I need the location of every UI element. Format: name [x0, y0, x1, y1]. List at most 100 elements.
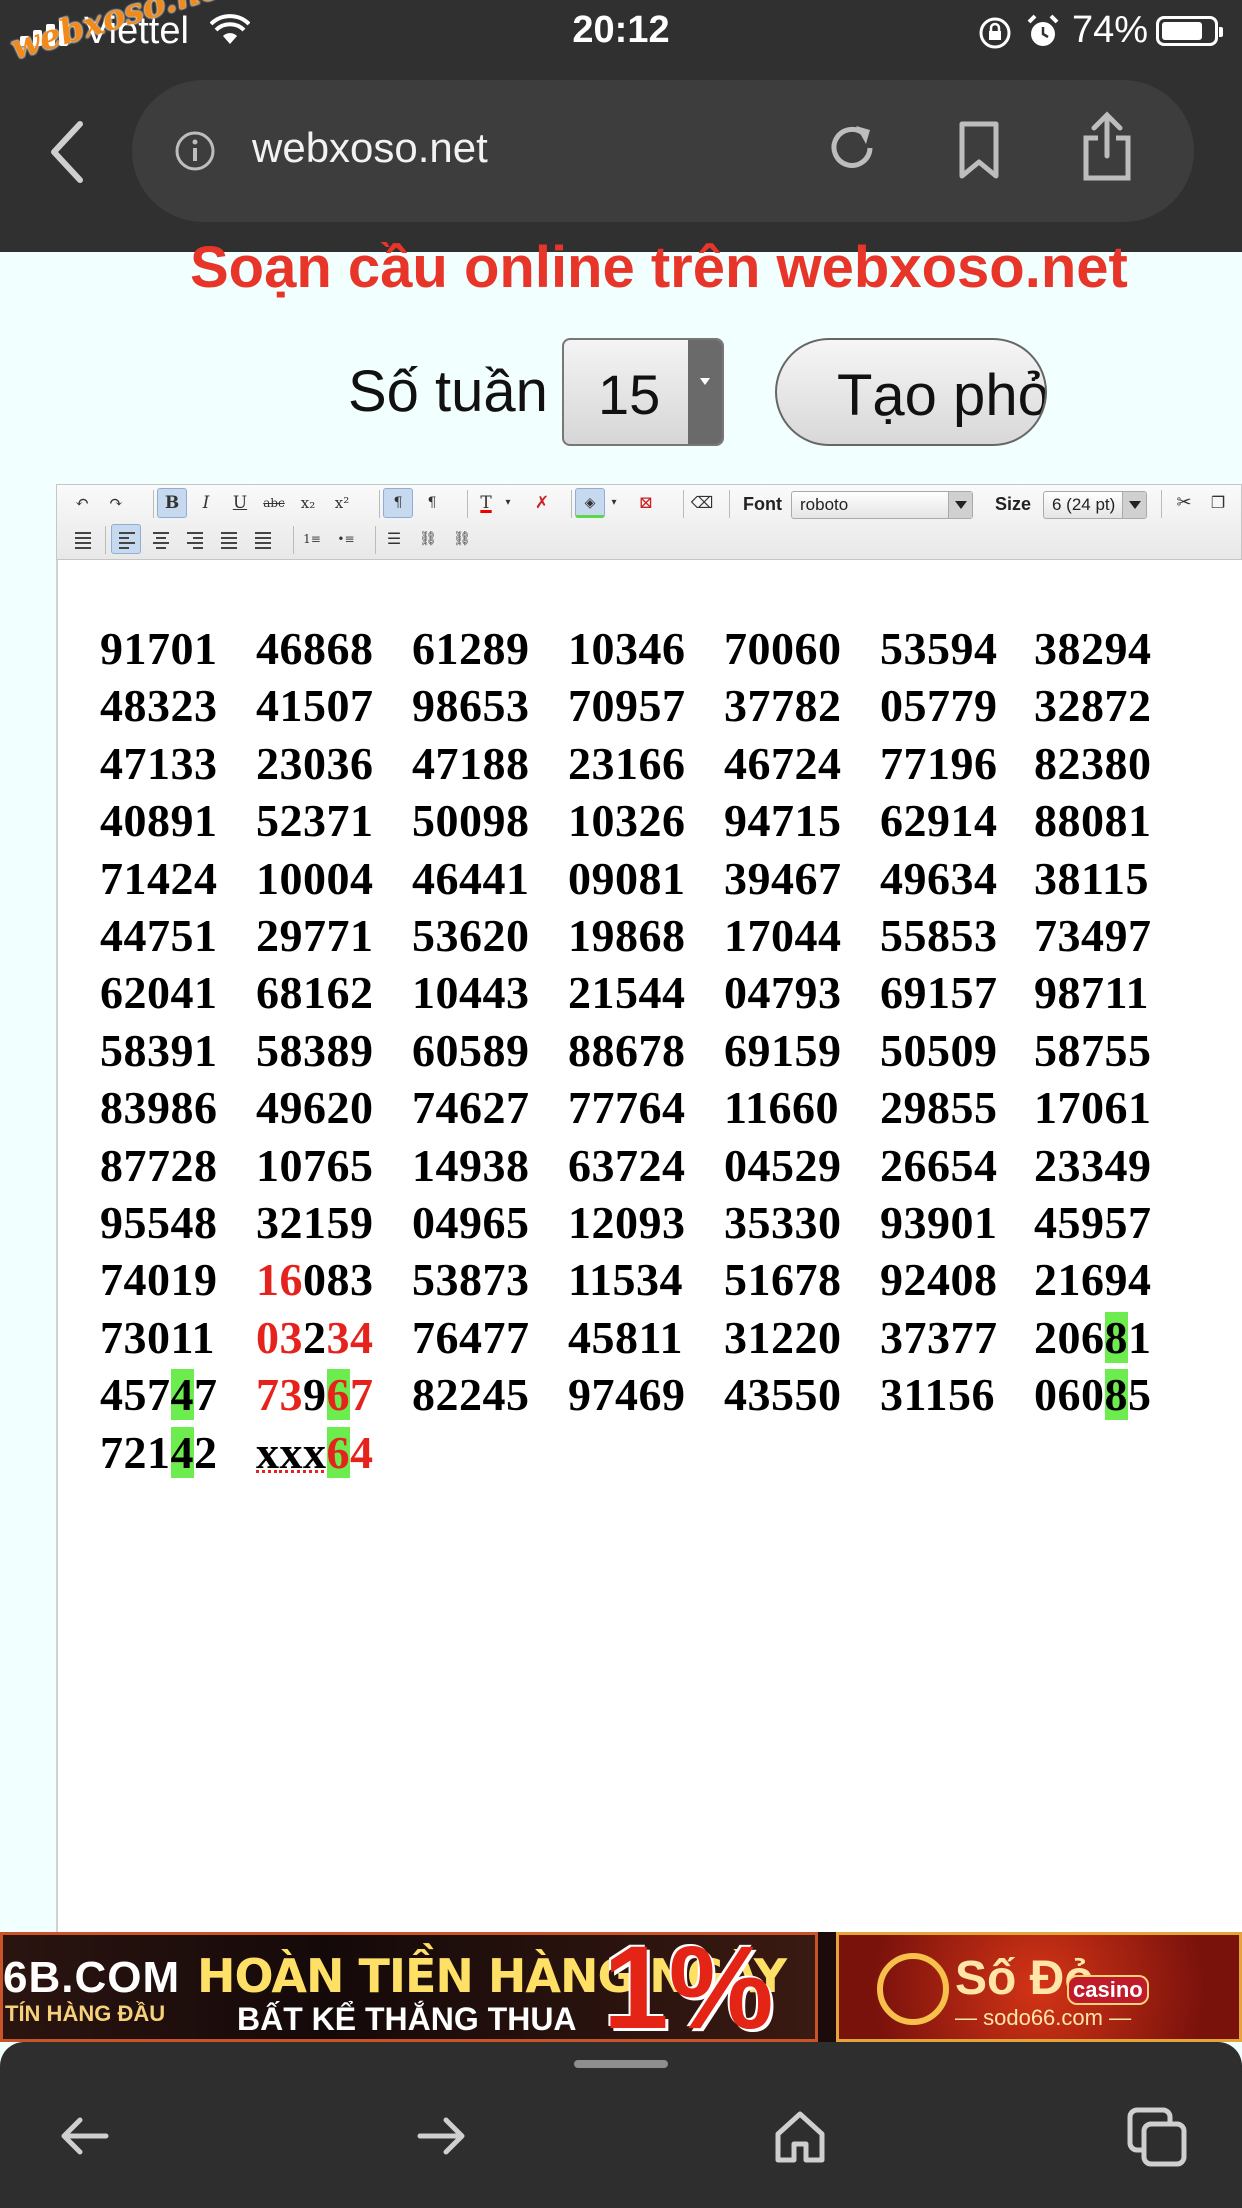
grid-cell[interactable]: 12093 [568, 1196, 686, 1249]
grid-cell[interactable]: 71424 [100, 852, 218, 905]
grid-cell[interactable]: 23166 [568, 737, 686, 790]
chevron-down-icon[interactable]: ▾ [501, 488, 515, 518]
grid-cell[interactable]: 62041 [100, 966, 218, 1019]
bookmark-icon[interactable] [954, 118, 1004, 182]
justify-icon[interactable] [213, 524, 243, 554]
grid-cell[interactable]: 73011 [100, 1311, 215, 1364]
grid-cell[interactable]: 46724 [724, 737, 842, 790]
grid-cell[interactable]: 50098 [412, 794, 530, 847]
grid-cell[interactable]: 14938 [412, 1139, 530, 1192]
url-text[interactable]: webxoso.net [252, 124, 488, 172]
grid-cell[interactable]: 58389 [256, 1024, 374, 1077]
grid-cell[interactable]: 16083 [256, 1253, 374, 1306]
grid-cell[interactable]: 37782 [724, 679, 842, 732]
share-icon[interactable] [1080, 110, 1134, 184]
grid-cell[interactable]: 32872 [1034, 679, 1152, 732]
grid-cell[interactable]: 11660 [724, 1081, 839, 1134]
grid-cell[interactable]: 17061 [1034, 1081, 1152, 1134]
bullet-list-icon[interactable]: •≡ [331, 524, 361, 554]
grid-cell[interactable]: 46441 [412, 852, 530, 905]
grid-cell[interactable]: 46868 [256, 622, 374, 675]
info-icon[interactable] [174, 130, 216, 172]
grid-cell[interactable]: 87728 [100, 1139, 218, 1192]
grid-cell[interactable]: 20681 [1034, 1311, 1152, 1364]
grid-cell[interactable]: 09081 [568, 852, 686, 905]
ltr-icon[interactable]: ¶ [383, 488, 413, 518]
align-center-icon[interactable] [145, 524, 175, 554]
grid-cell[interactable]: 31156 [880, 1368, 995, 1421]
clear-highlight-icon[interactable]: ⊠ [631, 488, 661, 518]
grid-cell[interactable]: 98653 [412, 679, 530, 732]
grid-cell[interactable]: 45957 [1034, 1196, 1152, 1249]
grid-cell[interactable]: 10346 [568, 622, 686, 675]
grid-cell[interactable]: 26654 [880, 1139, 998, 1192]
grid-cell[interactable]: 70060 [724, 622, 842, 675]
grid-cell[interactable]: 39467 [724, 852, 842, 905]
grid-cell[interactable]: 88678 [568, 1024, 686, 1077]
grid-cell[interactable]: 23349 [1034, 1139, 1152, 1192]
grid-cell[interactable]: 04965 [412, 1196, 530, 1249]
grid-cell[interactable]: 63724 [568, 1139, 686, 1192]
grid-cell[interactable]: 45747 [100, 1368, 218, 1421]
grid-cell[interactable]: 77196 [880, 737, 998, 790]
grid-cell[interactable]: 69159 [724, 1024, 842, 1077]
grid-cell[interactable]: 35330 [724, 1196, 842, 1249]
grid-cell[interactable]: 32159 [256, 1196, 374, 1249]
subscript-button[interactable]: x₂ [293, 488, 323, 518]
horizontal-rule-icon[interactable]: ☰ [379, 524, 409, 554]
grid-cell[interactable]: 68162 [256, 966, 374, 1019]
paste-icon[interactable]: ❐ [1203, 488, 1233, 518]
grid-cell[interactable]: 10004 [256, 852, 374, 905]
grid-cell[interactable]: 60589 [412, 1024, 530, 1077]
ad-banner[interactable]: 6B.COM TÍN HÀNG ĐẦU HOÀN TIỀN HÀNG NGÀY … [0, 1932, 1242, 2042]
grid-cell[interactable]: 31220 [724, 1311, 842, 1364]
cut-icon[interactable]: ✂ [1169, 488, 1199, 518]
undo-icon[interactable]: ↶ [67, 488, 97, 518]
grid-cell[interactable]: 52371 [256, 794, 374, 847]
grid-cell[interactable]: 53620 [412, 909, 530, 962]
editor-content[interactable]: 91701 46868 61289 10346 70060 53594 38294 48323… [56, 560, 1242, 1932]
back-button[interactable] [38, 112, 98, 192]
grid-cell[interactable]: 29771 [256, 909, 374, 962]
reload-icon[interactable] [822, 118, 882, 178]
size-select[interactable]: 6 (24 pt) [1043, 491, 1147, 519]
clear-color-icon[interactable]: ✗ [527, 488, 557, 518]
weeks-select[interactable]: 15 [562, 338, 724, 446]
grid-cell[interactable]: 83986 [100, 1081, 218, 1134]
highlight-color-icon[interactable]: ◈ [575, 488, 605, 518]
grid-cell[interactable]: 94715 [724, 794, 842, 847]
grid-cell[interactable]: 21694 [1034, 1253, 1152, 1306]
grid-cell[interactable]: 62914 [880, 794, 998, 847]
create-button[interactable]: Tạo phỏi [775, 338, 1047, 446]
grid-cell[interactable]: 44751 [100, 909, 218, 962]
grid-cell[interactable]: 10326 [568, 794, 686, 847]
grid-cell[interactable]: 77764 [568, 1081, 686, 1134]
grid-cell[interactable]: 38115 [1034, 852, 1149, 905]
grid-cell[interactable]: 43550 [724, 1368, 842, 1421]
back-arrow-icon[interactable] [54, 2106, 114, 2166]
grid-cell[interactable]: 06085 [1034, 1368, 1152, 1421]
ad-right[interactable]: Số Đỏ casino — sodo66.com — [836, 1932, 1242, 2042]
redo-icon[interactable]: ↷ [101, 488, 131, 518]
grid-cell[interactable]: 47188 [412, 737, 530, 790]
grid-cell[interactable]: 74627 [412, 1081, 530, 1134]
grid-cell[interactable]: 29855 [880, 1081, 998, 1134]
grid-cell[interactable]: xxx64 [256, 1426, 374, 1479]
grid-cell[interactable]: 76477 [412, 1311, 530, 1364]
italic-button[interactable]: I [191, 488, 221, 518]
align-right-icon[interactable] [179, 524, 209, 554]
grid-cell[interactable]: 48323 [100, 679, 218, 732]
grid-cell[interactable]: 53873 [412, 1253, 530, 1306]
grid-cell[interactable]: 17044 [724, 909, 842, 962]
grid-cell[interactable]: 11534 [568, 1253, 683, 1306]
grid-cell[interactable]: 21544 [568, 966, 686, 1019]
rtl-icon[interactable]: ¶ [417, 488, 447, 518]
grid-cell[interactable]: 58755 [1034, 1024, 1152, 1077]
chevron-down-icon[interactable]: ▾ [607, 488, 621, 518]
superscript-button[interactable]: x² [327, 488, 357, 518]
grid-cell[interactable]: 82380 [1034, 737, 1152, 790]
grid-cell[interactable]: 93901 [880, 1196, 998, 1249]
grid-cell[interactable]: 05779 [880, 679, 998, 732]
font-select[interactable]: roboto [791, 491, 973, 519]
text-color-icon[interactable]: T [471, 488, 501, 518]
